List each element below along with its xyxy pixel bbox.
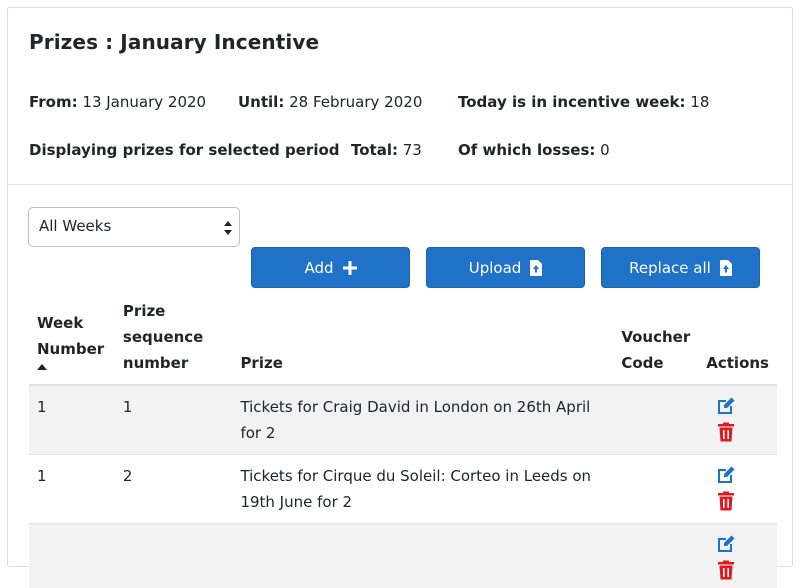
replace-all-button-label: Replace all	[629, 259, 711, 277]
week-header-line2: Number	[37, 340, 104, 358]
page-title: Prizes : January Incentive	[29, 30, 319, 54]
prize-cell	[232, 524, 613, 588]
week-number-cell: 1	[29, 455, 115, 524]
prize-sequence-cell: 2	[115, 455, 233, 524]
displaying-label: Displaying prizes for selected period	[29, 141, 340, 159]
file-upload-icon	[720, 260, 732, 276]
voucher-header-line1: Voucher	[621, 328, 690, 346]
prize-header[interactable]: Prize	[232, 290, 613, 385]
trash-icon[interactable]	[716, 422, 736, 442]
displaying-info: Displaying prizes for selected period	[29, 141, 340, 159]
losses-label: Of which losses:	[458, 141, 595, 159]
from-label: From:	[29, 93, 78, 111]
table-header-row: Week Number Prize sequence number Prize …	[29, 290, 777, 385]
week-header-line1: Week	[37, 314, 83, 332]
add-button[interactable]: Add	[251, 247, 410, 288]
current-week-info: Today is in incentive week: 18	[458, 93, 709, 111]
actions-header: Actions	[698, 290, 777, 385]
actions-cell	[698, 385, 777, 455]
current-week-value: 18	[690, 93, 709, 111]
upload-button[interactable]: Upload	[426, 247, 585, 288]
prize-sequence-cell	[115, 524, 233, 588]
prizes-card: Prizes : January Incentive From: 13 Janu…	[7, 7, 793, 567]
voucher-code-header[interactable]: Voucher Code	[613, 290, 698, 385]
voucher-code-cell	[613, 524, 698, 588]
week-number-cell	[29, 524, 115, 588]
prizes-table: Week Number Prize sequence number Prize …	[29, 290, 777, 588]
voucher-header-line2: Code	[621, 354, 663, 372]
add-button-label: Add	[304, 259, 333, 277]
total-value: 73	[403, 141, 422, 159]
losses-value: 0	[600, 141, 610, 159]
week-filter-value: All Weeks	[39, 217, 111, 235]
trash-icon[interactable]	[716, 491, 736, 511]
voucher-code-cell	[613, 455, 698, 524]
upload-button-label: Upload	[469, 259, 522, 277]
prize-sequence-header[interactable]: Prize sequence number	[115, 290, 233, 385]
table-row: 12Tickets for Cirque du Soleil: Corteo i…	[29, 455, 777, 524]
total-info: Total: 73	[351, 141, 422, 159]
voucher-code-cell	[613, 385, 698, 455]
current-week-label: Today is in incentive week:	[458, 93, 686, 111]
select-arrows-icon	[223, 219, 233, 237]
seq-header-line2: sequence	[123, 328, 203, 346]
until-label: Until:	[238, 93, 284, 111]
actions-cell	[698, 455, 777, 524]
replace-all-button[interactable]: Replace all	[601, 247, 760, 288]
file-upload-icon	[530, 260, 542, 276]
seq-header-line3: number	[123, 354, 188, 372]
edit-icon[interactable]	[716, 534, 736, 554]
week-number-header[interactable]: Week Number	[29, 290, 115, 385]
prize-cell: Tickets for Craig David in London on 26t…	[232, 385, 613, 455]
plus-icon	[343, 261, 357, 275]
from-value: 13 January 2020	[82, 93, 206, 111]
prize-sequence-cell: 1	[115, 385, 233, 455]
table-row: 11Tickets for Craig David in London on 2…	[29, 385, 777, 455]
edit-icon[interactable]	[716, 396, 736, 416]
prize-cell: Tickets for Cirque du Soleil: Corteo in …	[232, 455, 613, 524]
sort-ascending-icon[interactable]	[37, 364, 47, 370]
header-divider	[8, 184, 792, 185]
total-label: Total:	[351, 141, 398, 159]
edit-icon[interactable]	[716, 465, 736, 485]
from-info: From: 13 January 2020	[29, 93, 206, 111]
table-row	[29, 524, 777, 588]
until-info: Until: 28 February 2020	[238, 93, 422, 111]
seq-header-line1: Prize	[123, 302, 165, 320]
actions-cell	[698, 524, 777, 588]
losses-info: Of which losses: 0	[458, 141, 610, 159]
trash-icon[interactable]	[716, 560, 736, 580]
week-filter-select[interactable]: All Weeks	[28, 207, 240, 247]
week-number-cell: 1	[29, 385, 115, 455]
until-value: 28 February 2020	[289, 93, 422, 111]
